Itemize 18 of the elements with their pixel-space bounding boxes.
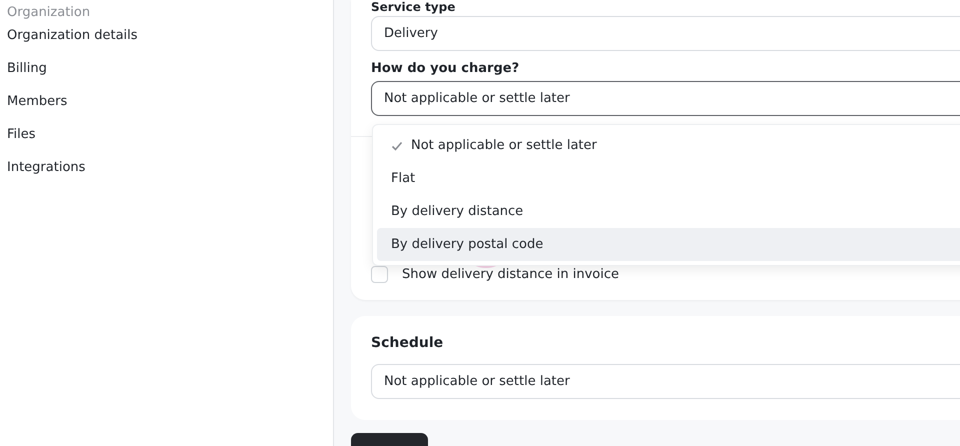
checkbox[interactable] [371, 266, 388, 283]
charge-select[interactable]: Not applicable or settle later [371, 81, 960, 116]
sidebar-section-label: Organization [7, 5, 90, 21]
dropdown-option[interactable]: Flat [377, 162, 960, 195]
service-type-select[interactable]: Delivery [371, 16, 960, 51]
dropdown-option[interactable]: By delivery distance [377, 195, 960, 228]
sidebar-link[interactable]: Integrations [7, 160, 86, 176]
schedule-select[interactable]: Not applicable or settle later [371, 364, 960, 399]
sidebar-link[interactable]: Organization details [7, 28, 138, 44]
dropdown-option[interactable]: By delivery postal code [377, 228, 960, 261]
dropdown-option[interactable]: Not applicable or settle later [377, 129, 960, 162]
sidebar-link[interactable]: Members [7, 94, 68, 110]
checkbox-label: Show delivery distance in invoice [402, 267, 620, 282]
sidebar-link[interactable]: Billing [7, 61, 47, 77]
card-title: Schedule [371, 335, 444, 353]
sidebar-link[interactable]: Files [7, 127, 36, 143]
field-label: Service type [371, 0, 456, 14]
field-label: How do you charge? [371, 61, 520, 77]
